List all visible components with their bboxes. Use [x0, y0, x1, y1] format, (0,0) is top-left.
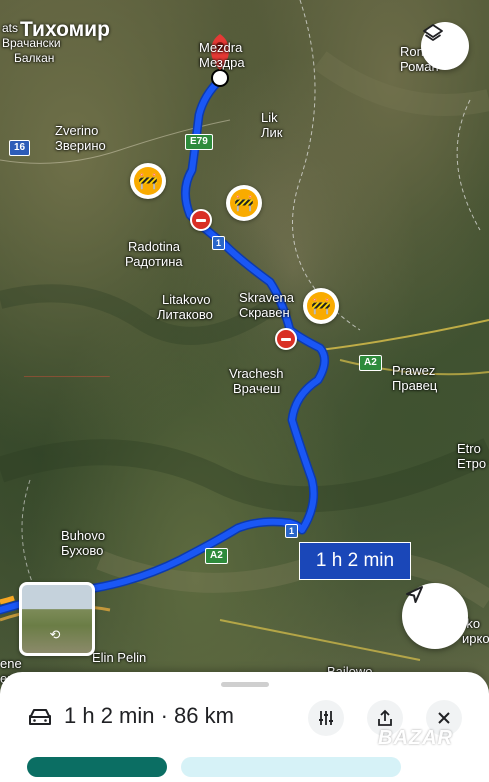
place-cyrillic: ирко	[462, 631, 489, 646]
place-etropole[interactable]: Etro Етро	[457, 441, 486, 471]
place-prawez[interactable]: Prawez Правец	[392, 363, 437, 393]
place-litakovo[interactable]: Litakovo Литаково	[157, 292, 213, 322]
place-latin: Buhovo	[61, 528, 106, 543]
place-latin: Litakovo	[162, 292, 211, 307]
road-work-icon[interactable]: 🚧	[303, 288, 339, 324]
watermark-text: Тихомир	[20, 18, 110, 41]
place-latin: Zverino	[55, 123, 99, 138]
place-latin: Vrachesh	[229, 366, 284, 381]
road-closed-icon[interactable]	[190, 209, 212, 231]
place-skravena[interactable]: Skravena Скравен	[239, 290, 294, 320]
sheet-drag-handle[interactable]	[221, 682, 269, 687]
map-canvas[interactable]: ─────────── ats Врачански Балкан Mezdra …	[0, 0, 489, 768]
place-cyrillic: Врачеш	[233, 381, 281, 396]
road-work-symbol: 🚧	[307, 292, 335, 320]
place-cyrillic: Бухово	[61, 543, 104, 558]
place-cyrillic: Литаково	[157, 307, 213, 322]
road-work-icon[interactable]: 🚧	[226, 185, 262, 221]
share-icon	[378, 709, 392, 726]
road-shield-a2-west: A2	[205, 548, 228, 564]
place-elin-pelin[interactable]: Elin Pelin	[92, 650, 146, 665]
layers-icon	[423, 24, 443, 41]
car-icon	[29, 709, 51, 725]
place-cyrillic: Лик	[261, 125, 283, 140]
route-options-button[interactable]	[308, 700, 344, 736]
steps-button[interactable]	[181, 757, 401, 777]
place-latin: Skravena	[239, 290, 294, 305]
watermark-logo: BAZAR	[378, 727, 453, 749]
tune-icon	[319, 711, 333, 725]
place-cyrillic: Етро	[457, 456, 487, 471]
place-mezdra[interactable]: Mezdra Мездра	[199, 40, 245, 70]
layers-button[interactable]	[421, 22, 469, 70]
close-icon	[438, 712, 450, 724]
place-mezdra-cyrillic: Мездра	[199, 55, 245, 70]
road-work-symbol: 🚧	[134, 167, 162, 195]
place-mezdra-latin: Mezdra	[199, 40, 243, 55]
navigation-arrow-icon	[406, 586, 423, 603]
place-latin: Elin Pelin	[92, 650, 147, 665]
place-cyrillic: Скравен	[239, 305, 290, 320]
road-shield-1-south: 1	[285, 524, 299, 538]
road-work-symbol: 🚧	[230, 189, 258, 217]
route-summary: 1 h 2 min · 86 km	[64, 703, 234, 728]
place-latin: Lik	[261, 110, 278, 125]
place-latin: Radotina	[128, 239, 181, 254]
locate-button[interactable]	[402, 583, 468, 649]
road-shield-e79: E79	[185, 134, 213, 150]
road-closed-icon[interactable]	[275, 328, 297, 350]
road-shield-16: 16	[9, 140, 31, 156]
place-zverino[interactable]: Zverino Зверино	[55, 123, 106, 153]
place-radotina[interactable]: Radotina Радотина	[125, 239, 183, 269]
road-shield-a2-east: A2	[359, 355, 382, 371]
road-shield-1-north: 1	[212, 236, 226, 250]
area-label-faded: ───────────	[24, 371, 110, 383]
place-buhovo[interactable]: Buhovo Бухово	[61, 528, 105, 558]
rotate-360-icon: ⟲	[49, 627, 61, 642]
start-button[interactable]	[27, 757, 167, 777]
place-lik[interactable]: Lik Лик	[261, 110, 282, 140]
route-eta-label[interactable]: 1 h 2 min	[299, 542, 411, 580]
place-vrachesh[interactable]: Vrachesh Врачеш	[229, 366, 283, 396]
road-work-icon[interactable]: 🚧	[130, 163, 166, 199]
place-cyrillic: Правец	[392, 378, 438, 393]
place-cyrillic: Радотина	[125, 254, 183, 269]
destination-marker[interactable]	[211, 69, 229, 87]
street-view-thumbnail[interactable]: ⟲	[19, 582, 95, 656]
place-cyrillic: Зверино	[55, 138, 106, 153]
region-label-line3: Балкан	[14, 51, 55, 65]
place-latin: Etro	[457, 441, 481, 456]
place-latin: ene	[0, 656, 22, 671]
place-latin: Prawez	[392, 363, 436, 378]
